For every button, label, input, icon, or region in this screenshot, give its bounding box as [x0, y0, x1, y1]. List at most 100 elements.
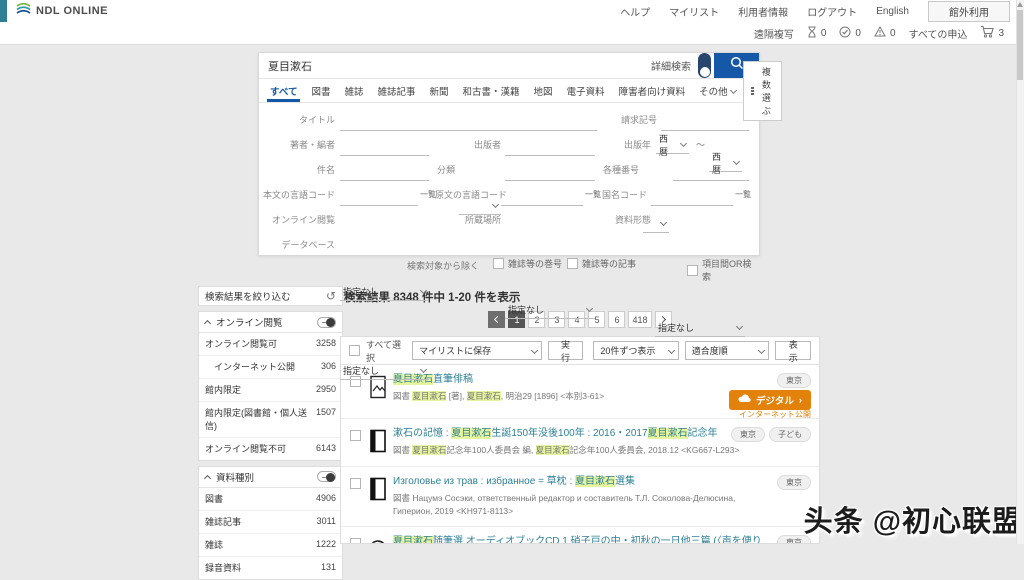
highlighted-term: 夏目漱石	[647, 428, 688, 439]
detail-search-toggle[interactable]	[698, 53, 711, 78]
all-requests-link[interactable]: すべての申込	[909, 26, 968, 41]
subject-input[interactable]	[340, 163, 429, 181]
show-button[interactable]: 表示	[775, 340, 811, 363]
or-search-checkbox[interactable]	[687, 264, 698, 276]
search-input[interactable]	[259, 59, 651, 72]
facet-item[interactable]: 図書 4906	[199, 488, 342, 511]
facet-item[interactable]: 録音資料 131	[199, 557, 342, 579]
run-button[interactable]: 実行	[547, 340, 584, 363]
country-code-input[interactable]	[651, 188, 733, 206]
tab-material-5[interactable]: 和古書・漢籍	[456, 79, 527, 102]
chevron-down-icon	[667, 346, 675, 355]
online-view-select[interactable]: 指定なし	[340, 283, 429, 301]
page-scrollbar[interactable]	[1016, 0, 1024, 544]
facet-item[interactable]: 館内限定(図書館・個人送信) 1507	[199, 402, 342, 438]
remote-copy-link[interactable]: 遠隔複写	[754, 26, 794, 41]
scroll-up-arrow[interactable]	[1017, 2, 1023, 7]
nav-logout[interactable]: ログアウト	[807, 4, 857, 19]
facet-label: 館内限定(図書館・個人送信)	[205, 408, 307, 431]
facet-section-toggle[interactable]	[317, 471, 336, 483]
tab-material-3[interactable]: 雑誌記事	[371, 79, 423, 102]
outside-use-button[interactable]: 館外利用	[928, 0, 1010, 22]
nav-user-info[interactable]: 利用者情報	[738, 4, 788, 19]
publisher-input[interactable]	[505, 138, 595, 156]
author-input[interactable]	[340, 138, 429, 156]
result-meta: 図書 Нацумэ Сосэки, ответственный редактор…	[393, 492, 811, 518]
scrollbar-thumb[interactable]	[1017, 10, 1023, 80]
facet-item[interactable]: インターネット公開 306	[199, 356, 342, 380]
multi-select-label: 複数選ぶ	[761, 66, 771, 116]
country-code-list-link[interactable]: 一覧	[735, 186, 751, 204]
tab-material-6[interactable]: 地図	[527, 79, 560, 102]
nav-help[interactable]: ヘルプ	[620, 4, 650, 19]
result-title-link[interactable]: 夏目漱石直筆俳稿	[393, 373, 811, 387]
text-lang-list-link[interactable]: 一覧	[420, 186, 436, 204]
nav-english[interactable]: English	[876, 6, 909, 17]
location-select[interactable]: 指定なし	[505, 301, 595, 319]
call-number-input[interactable]	[661, 113, 749, 131]
sort-select[interactable]: 適合度順	[684, 341, 770, 360]
digital-button[interactable]: デジタル ›	[729, 390, 811, 410]
tab-all[interactable]: すべて	[263, 79, 304, 102]
text-lang-input[interactable]	[340, 188, 418, 206]
database-select[interactable]: 指定なし	[340, 362, 429, 380]
meta-text: , 明治29 [1896] <本別3-61>	[500, 391, 605, 401]
exclude-volume-label: 雑誌等の巻号	[508, 259, 563, 269]
facet-section-header[interactable]: 資料種別	[199, 467, 342, 488]
facet-item[interactable]: 雑誌 1222	[199, 534, 342, 558]
numbers-input[interactable]	[673, 163, 749, 181]
tab-material-4[interactable]: 新聞	[423, 79, 456, 102]
per-page-select[interactable]: 20件ずつ表示	[593, 341, 679, 360]
title-input[interactable]	[340, 113, 597, 131]
chevron-down-icon	[530, 346, 538, 355]
pagination-prev[interactable]	[488, 311, 506, 328]
done-requests[interactable]: 0	[839, 26, 861, 41]
or-search-option[interactable]: 項目間OR検索	[687, 257, 759, 283]
nav-mylist[interactable]: マイリスト	[669, 4, 719, 19]
exclude-row: 検索対象から除く 雑誌等の巻号 雑誌等の記事 項目間OR検索	[259, 255, 759, 282]
cart-status[interactable]: 3	[980, 25, 1004, 41]
detail-search-link[interactable]: 詳細検索	[651, 58, 691, 73]
tab-material-1[interactable]: 図書	[304, 79, 337, 102]
reset-icon[interactable]: ↺	[326, 290, 336, 302]
result-checkbox[interactable]	[350, 430, 361, 441]
exclude-volume-option[interactable]: 雑誌等の巻号	[493, 257, 562, 270]
facet-section-header[interactable]: オンライン閲覧	[199, 312, 342, 333]
facet-item[interactable]: オンライン閲覧不可 6143	[199, 438, 342, 460]
facet-item[interactable]: 雑誌記事 3011	[199, 511, 342, 535]
tab-material-8[interactable]: 障害者向け資料	[612, 79, 693, 102]
material-type-select[interactable]: 指定なし	[655, 319, 745, 337]
pagination-page-6[interactable]: 6	[608, 311, 626, 328]
result-checkbox[interactable]	[350, 478, 361, 489]
result-row: Изголовье из трав : избранное = 草枕 : 夏目漱…	[341, 467, 819, 527]
ndl-logo[interactable]: NDL ONLINE	[16, 2, 108, 20]
tab-material-9[interactable]: その他	[692, 79, 743, 102]
result-badges: 東京	[777, 373, 811, 388]
alert-requests[interactable]: 0	[874, 25, 896, 40]
result-title-link[interactable]: Изголовье из трав : избранное = 草枕 : 夏目漱…	[393, 475, 811, 489]
year-from-select[interactable]: 西暦	[656, 134, 689, 157]
meta-text: 記念年100人委員会 編,	[446, 445, 536, 455]
pagination-page-418[interactable]: 418	[628, 311, 652, 328]
hourglass-icon	[807, 26, 817, 41]
database-value: 指定なし	[343, 366, 380, 376]
exclude-article-option[interactable]: 雑誌等の記事	[567, 257, 636, 270]
exclude-volume-checkbox[interactable]	[493, 258, 504, 269]
tab-material-2[interactable]: 雑誌	[337, 79, 370, 102]
pending-requests[interactable]: 0	[807, 26, 826, 41]
tab-material-7[interactable]: 電子資料	[560, 79, 612, 102]
bulk-action-select[interactable]: マイリストに保存	[412, 341, 542, 360]
orig-lang-input[interactable]	[501, 188, 583, 206]
result-title-link[interactable]: 夏目漱石随筆選 オーディオブックCD 1 硝子戸の中・初秋の一日他三篇 (〈声を…	[393, 535, 811, 543]
facet-section-toggle[interactable]	[317, 316, 336, 328]
result-checkbox[interactable]	[350, 537, 361, 543]
exclude-article-checkbox[interactable]	[567, 258, 578, 269]
facet-item[interactable]: オンライン閲覧可 3258	[199, 333, 342, 357]
pub-year-label: 出版年	[623, 140, 651, 150]
facet-item[interactable]: 館内限定 2950	[199, 379, 342, 403]
chevron-up-icon	[203, 474, 212, 482]
select-all-checkbox[interactable]	[349, 345, 360, 356]
classification-input[interactable]	[505, 163, 595, 181]
facet-section-1: オンライン閲覧 オンライン閲覧可 3258 インターネット公開 306 館内限定 2950 館…	[198, 311, 343, 461]
tab-label: 障害者向け資料	[618, 86, 686, 98]
